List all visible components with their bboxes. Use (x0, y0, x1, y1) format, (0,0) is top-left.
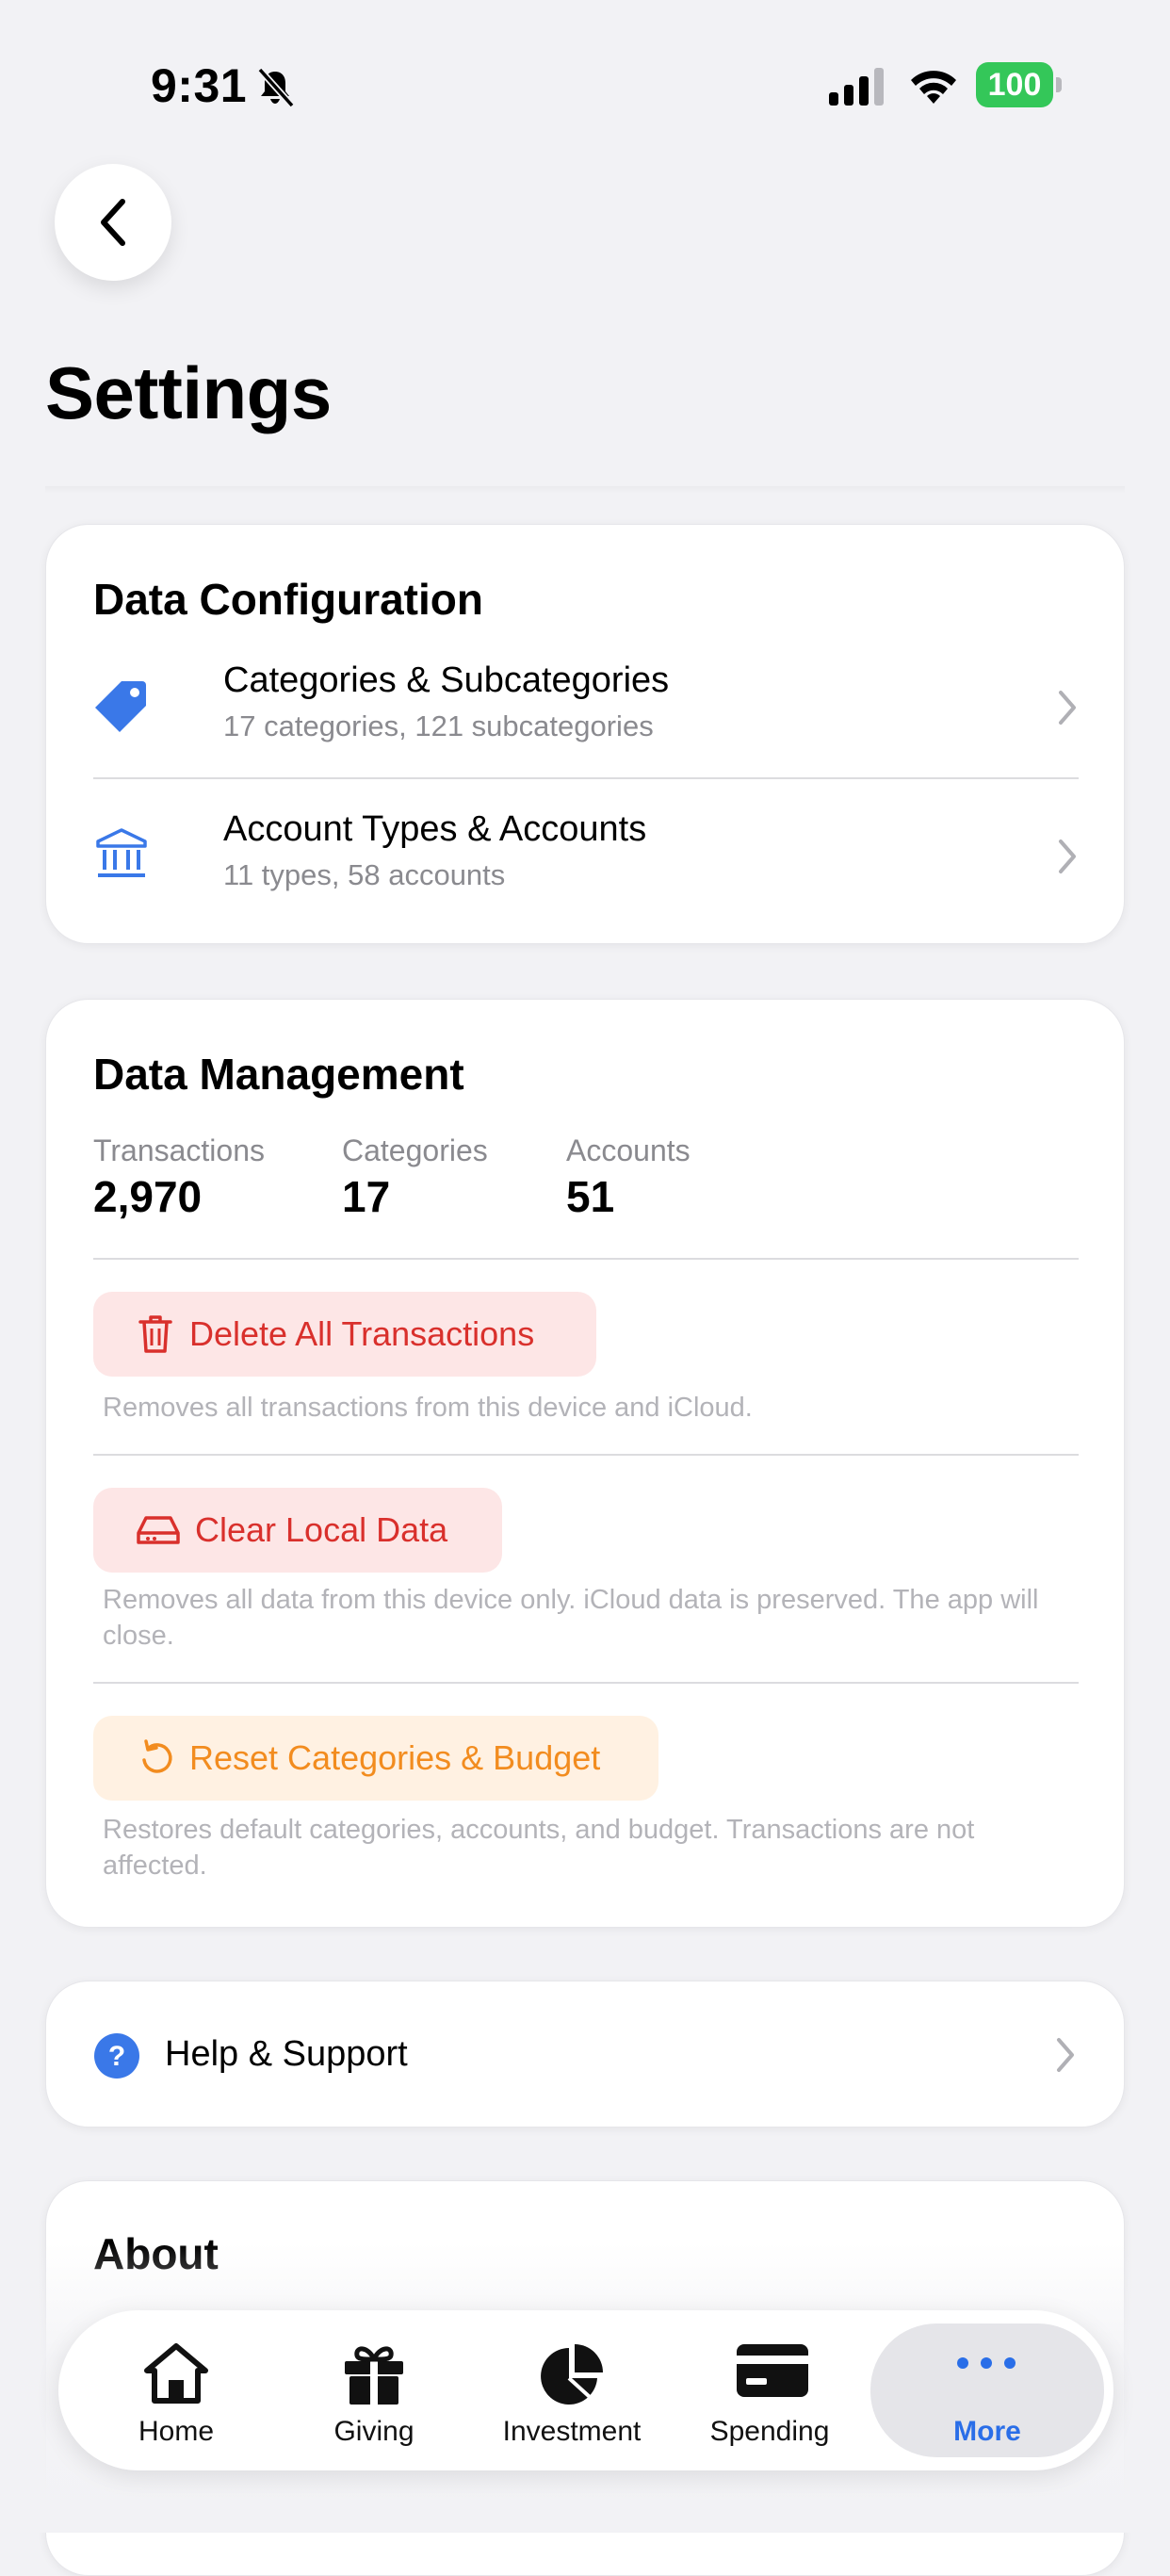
divider (93, 777, 1079, 779)
data-configuration-card: Data Configuration Categories & Subcateg… (45, 524, 1125, 944)
stat-label: Categories (342, 1133, 488, 1167)
stat-value: 51 (566, 1172, 615, 1221)
tab-spending[interactable]: Spending (671, 2310, 869, 2470)
chevron-right-icon (1057, 2038, 1074, 2072)
stat-value: 17 (342, 1172, 391, 1221)
button-label: Delete All Transactions (189, 1314, 535, 1353)
accounts-row[interactable]: Account Types & Accounts 11 types, 58 ac… (93, 809, 1079, 911)
button-label: Clear Local Data (195, 1510, 448, 1549)
chevron-left-icon (101, 199, 125, 246)
reset-icon (142, 1739, 172, 1773)
divider (93, 1258, 1079, 1260)
page-title: Settings (45, 351, 332, 434)
stat-label: Transactions (93, 1133, 265, 1167)
chevron-right-icon (1059, 840, 1076, 873)
button-label: Reset Categories & Budget (189, 1738, 601, 1777)
chevron-right-icon (1059, 691, 1076, 725)
help-support-row[interactable]: ? Help & Support (45, 1981, 1125, 2128)
tab-label: Investment (502, 2416, 642, 2447)
tab-bar: Home Giving Investment Spending More (58, 2310, 1113, 2470)
divider (93, 1454, 1079, 1456)
tab-label: Spending (709, 2416, 830, 2447)
drive-icon (137, 1516, 180, 1544)
action-note: Removes all data from this device only. … (103, 1585, 1039, 1651)
bank-icon (96, 828, 147, 877)
trash-icon (138, 1315, 172, 1353)
battery-level: 100 (976, 62, 1053, 107)
row-subtitle: 17 categories, 121 subcategories (223, 709, 654, 742)
row-subtitle: 11 types, 58 accounts (223, 858, 506, 891)
divider (93, 1682, 1079, 1684)
header-divider (45, 486, 1125, 494)
bell-slash-icon (257, 67, 295, 107)
more-icon (957, 2357, 1016, 2369)
help-label: Help & Support (165, 2034, 408, 2074)
gift-icon (345, 2346, 403, 2406)
categories-row[interactable]: Categories & Subcategories 17 categories… (93, 657, 1079, 758)
tab-label: Giving (333, 2416, 414, 2447)
row-label: Account Types & Accounts (223, 809, 647, 849)
tag-icon (95, 681, 146, 732)
stat-value: 2,970 (93, 1172, 203, 1221)
tab-more[interactable]: More (870, 2323, 1104, 2457)
action-note: Restores default categories, accounts, a… (103, 1815, 975, 1881)
signal-icon (829, 68, 884, 106)
data-management-card: Data Management Transactions 2,970 Categ… (45, 999, 1125, 1928)
wifi-icon (911, 71, 956, 104)
home-icon (144, 2343, 208, 2404)
question-icon: ? (94, 2033, 139, 2079)
credit-card-icon (737, 2344, 808, 2397)
back-button[interactable] (55, 164, 171, 281)
status-time: 9:31 (151, 59, 248, 112)
tab-home[interactable]: Home (77, 2310, 275, 2470)
clear-local-data-button[interactable]: Clear Local Data (93, 1488, 502, 1573)
svg-text:?: ? (108, 2041, 125, 2072)
reset-categories-budget-button[interactable]: Reset Categories & Budget (93, 1716, 658, 1801)
tab-investment[interactable]: Investment (473, 2310, 671, 2470)
section-title: Data Configuration (93, 575, 483, 624)
stat-label: Accounts (566, 1133, 691, 1167)
tab-label: Home (138, 2416, 215, 2447)
pie-chart-icon (541, 2344, 603, 2405)
battery-indicator: 100 (976, 62, 1063, 107)
section-title: Data Management (93, 1050, 464, 1099)
row-label: Categories & Subcategories (223, 660, 670, 700)
tab-label: More (953, 2416, 1021, 2447)
tab-giving[interactable]: Giving (275, 2310, 473, 2470)
delete-all-transactions-button[interactable]: Delete All Transactions (93, 1292, 596, 1377)
action-note: Removes all transactions from this devic… (103, 1393, 753, 1423)
